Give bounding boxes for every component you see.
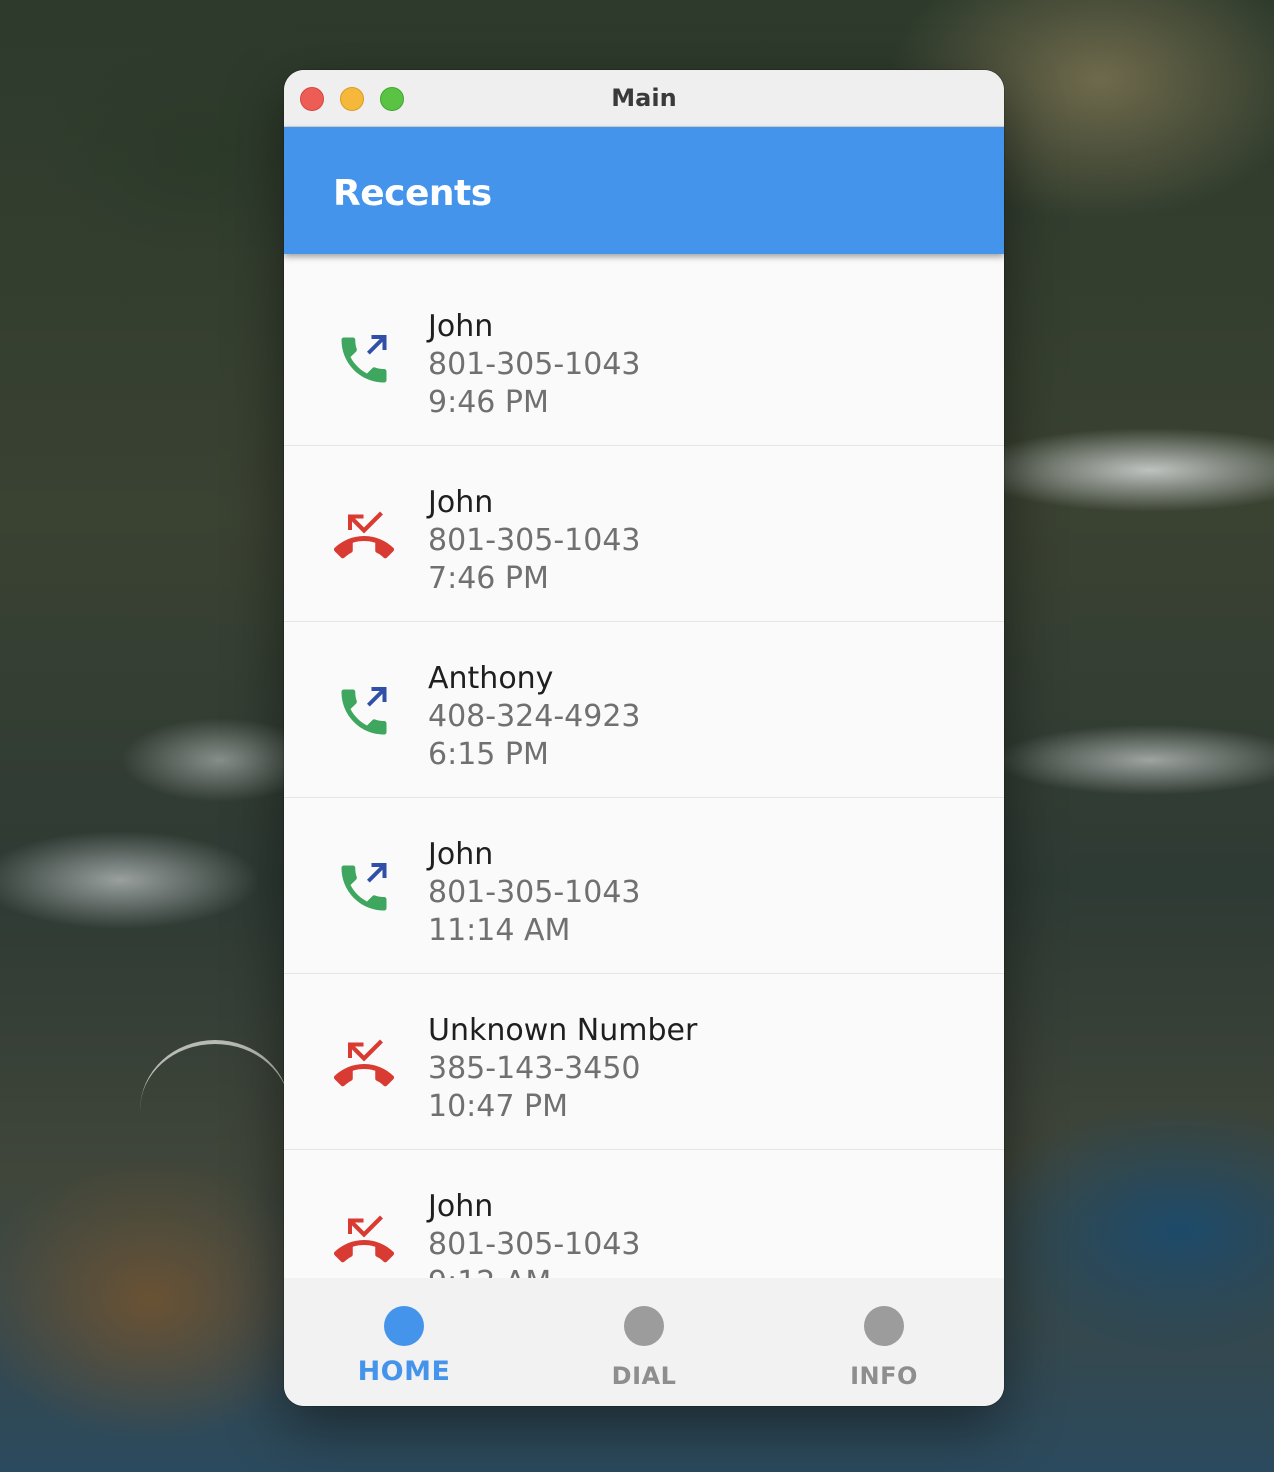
contact-name: John bbox=[428, 485, 494, 520]
background-bridge bbox=[140, 1040, 290, 1124]
contact-name: John bbox=[428, 309, 494, 344]
call-row[interactable]: Anthony 408-324-4923 6:15 PM bbox=[284, 622, 1004, 798]
contact-name: John bbox=[428, 837, 494, 872]
info-icon bbox=[864, 1306, 904, 1346]
page-title: Recents bbox=[333, 173, 492, 214]
outgoing-call-icon bbox=[341, 863, 387, 911]
outgoing-call-icon bbox=[341, 335, 387, 383]
call-row[interactable]: John 801-305-1043 7:46 PM bbox=[284, 446, 1004, 622]
missed-call-icon bbox=[334, 1210, 394, 1270]
call-row[interactable]: John 801-305-1043 9:12 AM bbox=[284, 1150, 1004, 1278]
call-time: 9:12 AM bbox=[428, 1264, 641, 1278]
phone-number: 408-324-4923 bbox=[428, 699, 641, 734]
call-time: 7:46 PM bbox=[428, 561, 549, 596]
app-bar: Recents bbox=[284, 127, 1004, 254]
dial-icon bbox=[624, 1306, 664, 1346]
missed-call-icon bbox=[334, 1215, 394, 1263]
phone-number: 801-305-1043 bbox=[428, 875, 641, 910]
call-row[interactable]: John 801-305-1043 11:14 AM bbox=[284, 798, 1004, 974]
call-time: 10:47 PM bbox=[428, 1089, 568, 1124]
missed-call-icon bbox=[334, 1034, 394, 1094]
missed-call-icon bbox=[334, 506, 394, 566]
phone-number: 801-305-1043 bbox=[428, 523, 641, 558]
bottom-navigation: HOME DIAL INFO bbox=[284, 1278, 1004, 1406]
phone-number: 801-305-1043 bbox=[428, 1227, 641, 1262]
phone-number: 385-143-3450 bbox=[428, 1051, 641, 1086]
contact-name: John bbox=[428, 1189, 494, 1224]
missed-call-icon bbox=[334, 1039, 394, 1087]
call-time: 9:46 PM bbox=[428, 385, 549, 420]
contact-name: Anthony bbox=[428, 661, 554, 696]
recents-list[interactable]: John 801-305-1043 9:46 PM John 801-305-1… bbox=[284, 270, 1004, 1278]
nav-dial-tab[interactable]: DIAL bbox=[524, 1278, 764, 1406]
home-icon bbox=[384, 1306, 424, 1346]
call-time: 6:15 PM bbox=[428, 737, 549, 772]
window-title: Main bbox=[611, 84, 677, 112]
nav-home-label: HOME bbox=[357, 1356, 451, 1387]
missed-call-icon bbox=[334, 511, 394, 559]
call-row[interactable]: Unknown Number 385-143-3450 10:47 PM bbox=[284, 974, 1004, 1150]
outgoing-call-icon bbox=[334, 858, 394, 918]
outgoing-call-icon bbox=[334, 330, 394, 390]
call-time: 11:14 AM bbox=[428, 913, 571, 948]
nav-info-label: INFO bbox=[850, 1362, 918, 1390]
phone-number: 801-305-1043 bbox=[428, 347, 641, 382]
app-window: Main Recents John 801-305-1043 9:46 PM J… bbox=[284, 70, 1004, 1406]
window-titlebar: Main bbox=[284, 70, 1004, 127]
outgoing-call-icon bbox=[341, 687, 387, 735]
nav-dial-label: DIAL bbox=[611, 1362, 677, 1390]
outgoing-call-icon bbox=[334, 682, 394, 742]
call-row[interactable]: John 801-305-1043 9:46 PM bbox=[284, 270, 1004, 446]
nav-home-tab[interactable]: HOME bbox=[284, 1278, 524, 1406]
nav-info-tab[interactable]: INFO bbox=[764, 1278, 1004, 1406]
contact-name: Unknown Number bbox=[428, 1013, 698, 1048]
